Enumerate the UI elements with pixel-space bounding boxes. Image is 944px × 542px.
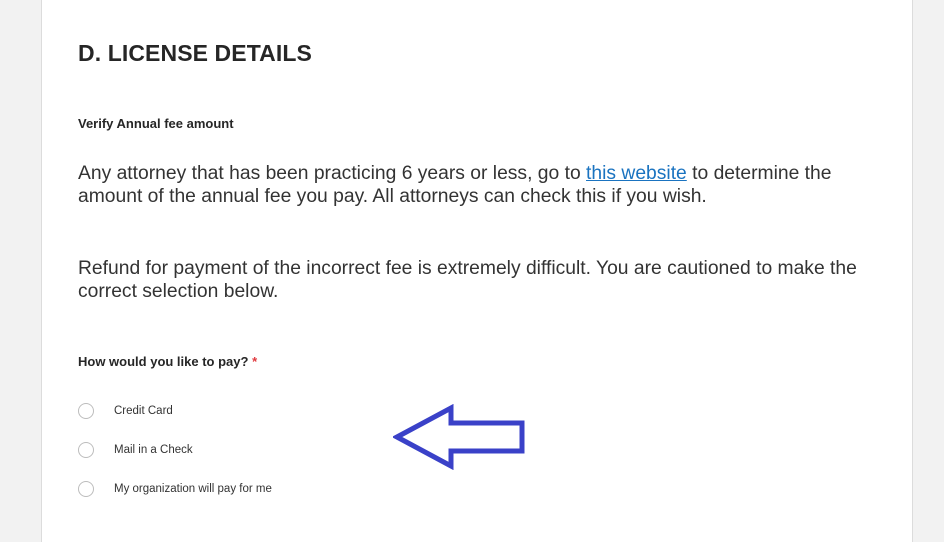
fee-website-link[interactable]: this website	[586, 163, 687, 184]
page: D. LICENSE DETAILS Verify Annual fee amo…	[0, 0, 944, 542]
radio-mail-check[interactable]	[78, 442, 94, 458]
refund-warning-paragraph: Refund for payment of the incorrect fee …	[78, 258, 857, 302]
option-label-mail-check: Mail in a Check	[114, 444, 193, 456]
required-marker: *	[252, 354, 258, 369]
option-label-credit-card: Credit Card	[114, 405, 173, 417]
radio-credit-card[interactable]	[78, 403, 94, 419]
fee-subheading: Verify Annual fee amount	[78, 116, 234, 131]
section-title: D. LICENSE DETAILS	[78, 40, 312, 66]
left-arrow-icon	[393, 404, 525, 470]
payment-question-label: How would you like to pay?	[78, 354, 249, 369]
payment-question: How would you like to pay? *	[78, 354, 257, 369]
option-credit-card[interactable]: Credit Card	[78, 401, 173, 421]
option-organization-pays[interactable]: My organization will pay for me	[78, 479, 272, 499]
option-label-organization-pays: My organization will pay for me	[114, 483, 272, 495]
option-mail-check[interactable]: Mail in a Check	[78, 440, 193, 460]
instructions-paragraph: Any attorney that has been practicing 6 …	[78, 162, 878, 208]
instructions-text-start: Any attorney that has been practicing 6 …	[78, 163, 587, 184]
radio-organization-pays[interactable]	[78, 481, 94, 497]
